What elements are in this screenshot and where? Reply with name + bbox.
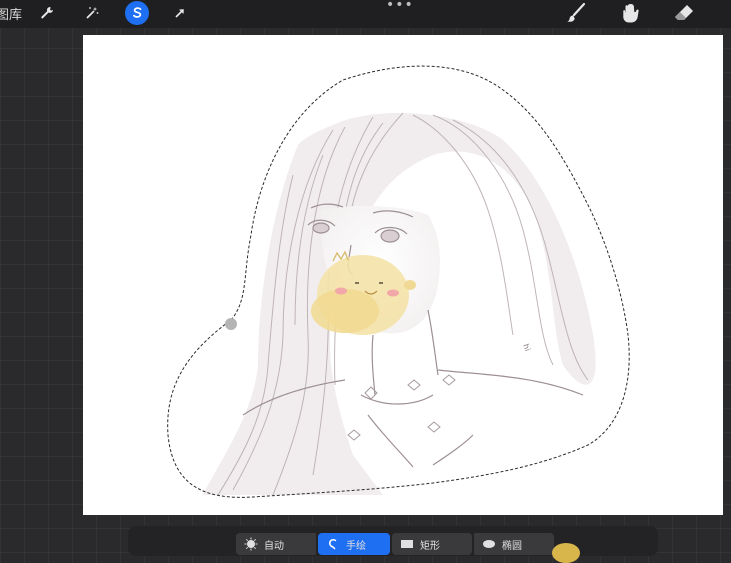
gallery-button[interactable]: 图库 xyxy=(0,4,22,23)
rectangle-icon xyxy=(400,537,414,551)
wrench-icon xyxy=(41,6,53,19)
more-options-dots[interactable]: ••• xyxy=(386,0,414,12)
selection-mode-freehand-label: 手绘 xyxy=(346,540,366,552)
smudge-button[interactable] xyxy=(616,0,644,26)
brush-icon xyxy=(567,2,586,22)
brush-button[interactable] xyxy=(562,0,590,26)
sun-burst-icon xyxy=(244,537,258,551)
actions-button[interactable] xyxy=(35,1,59,25)
svg-text:hi: hi xyxy=(521,343,532,353)
eraser-button[interactable] xyxy=(670,0,698,26)
eraser-icon xyxy=(675,5,693,20)
top-bar: 图库 ••• xyxy=(0,0,731,28)
sketch-artwork: hi xyxy=(167,65,630,498)
selection-button[interactable] xyxy=(125,1,149,25)
drawing-canvas[interactable]: hi xyxy=(83,35,723,515)
selection-s-icon xyxy=(132,7,142,18)
ellipse-icon xyxy=(482,537,496,551)
selection-mode-auto-label: 自动 xyxy=(264,540,284,552)
color-swatch-partial xyxy=(552,543,580,563)
adjustments-button[interactable] xyxy=(80,1,104,25)
transform-button[interactable] xyxy=(168,1,192,25)
selection-mode-auto[interactable]: 自动 xyxy=(236,533,316,555)
arrow-cursor-icon xyxy=(175,9,184,18)
selection-mode-ellipse[interactable]: 椭圆 xyxy=(474,533,554,555)
selection-mode-rectangle-label: 矩形 xyxy=(420,540,440,552)
selection-mode-ellipse-label: 椭圆 xyxy=(502,540,522,552)
selection-mode-rectangle[interactable]: 矩形 xyxy=(392,533,472,555)
selection-mode-freehand[interactable]: 手绘 xyxy=(318,533,390,555)
magic-wand-icon xyxy=(86,7,99,19)
smudge-icon xyxy=(623,4,639,23)
freehand-icon xyxy=(326,537,340,551)
